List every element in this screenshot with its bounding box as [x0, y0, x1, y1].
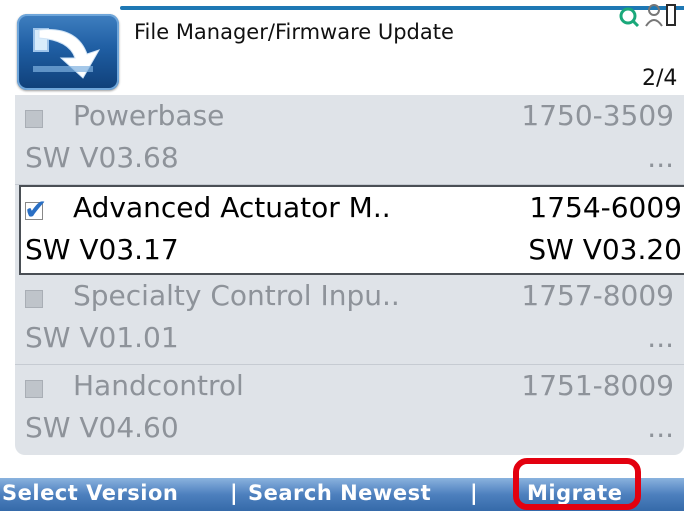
current-version: SW V03.68 [25, 141, 179, 174]
checkbox[interactable] [25, 380, 43, 398]
select-version-button[interactable]: Select Version [2, 481, 178, 505]
module-list: Powerbase 1750-3509 SW V03.68 ... ✔ Adva… [15, 95, 684, 455]
current-version: SW V04.60 [25, 411, 179, 444]
new-version: ... [647, 321, 674, 354]
softkey-separator: | [230, 481, 239, 505]
item-row-secondary: SW V03.68 ... [25, 141, 684, 181]
item-row-primary: Powerbase 1750-3509 [25, 99, 684, 139]
softkey-separator: | [470, 481, 479, 505]
part-number: 1754-6009 [529, 191, 682, 224]
list-item-selected[interactable]: ✔ Advanced Actuator M.. 1754-6009 SW V03… [19, 185, 684, 275]
checkbox[interactable] [25, 290, 43, 308]
part-number: 1750-3509 [521, 99, 674, 132]
part-number: 1757-8009 [521, 279, 674, 312]
arrow-into-box-icon[interactable] [17, 14, 119, 90]
checkbox-checked[interactable]: ✔ [24, 193, 47, 226]
new-version: SW V03.20 [528, 233, 682, 266]
list-item[interactable]: Powerbase 1750-3509 SW V03.68 ... [15, 95, 684, 185]
current-version: SW V03.17 [25, 233, 179, 266]
page-title: File Manager/Firmware Update [134, 20, 454, 44]
new-version: ... [647, 411, 674, 444]
search-newest-button[interactable]: Search Newest [248, 481, 431, 505]
list-item[interactable]: Specialty Control Inpu.. 1757-8009 SW V0… [15, 275, 684, 365]
checkmark-icon: ✔ [24, 193, 48, 226]
item-row-secondary: SW V04.60 ... [25, 411, 684, 451]
search-icon[interactable] [619, 7, 640, 28]
migrate-highlight-box [513, 458, 641, 510]
item-row-primary: ✔ Advanced Actuator M.. 1754-6009 [24, 191, 684, 231]
part-number: 1751-8009 [521, 369, 674, 402]
module-name: Powerbase [73, 99, 225, 132]
module-name: Handcontrol [73, 369, 244, 402]
module-name: Advanced Actuator M.. [73, 191, 391, 224]
item-row-primary: Specialty Control Inpu.. 1757-8009 [25, 279, 684, 319]
module-name: Specialty Control Inpu.. [73, 279, 400, 312]
checkbox[interactable] [25, 110, 43, 128]
header: File Manager/Firmware Update 2/4 [0, 0, 684, 95]
user-icon[interactable] [645, 4, 663, 27]
new-version: ... [647, 141, 674, 174]
page-indicator: 2/4 [642, 66, 678, 91]
item-row-primary: Handcontrol 1751-8009 [25, 369, 684, 409]
item-row-secondary: SW V03.17 SW V03.20 [25, 233, 684, 273]
current-version: SW V01.01 [25, 321, 179, 354]
list-item[interactable]: Handcontrol 1751-8009 SW V04.60 ... [15, 365, 684, 455]
header-accent-line [120, 6, 684, 10]
item-row-secondary: SW V01.01 ... [25, 321, 684, 361]
status-icons [614, 0, 684, 32]
